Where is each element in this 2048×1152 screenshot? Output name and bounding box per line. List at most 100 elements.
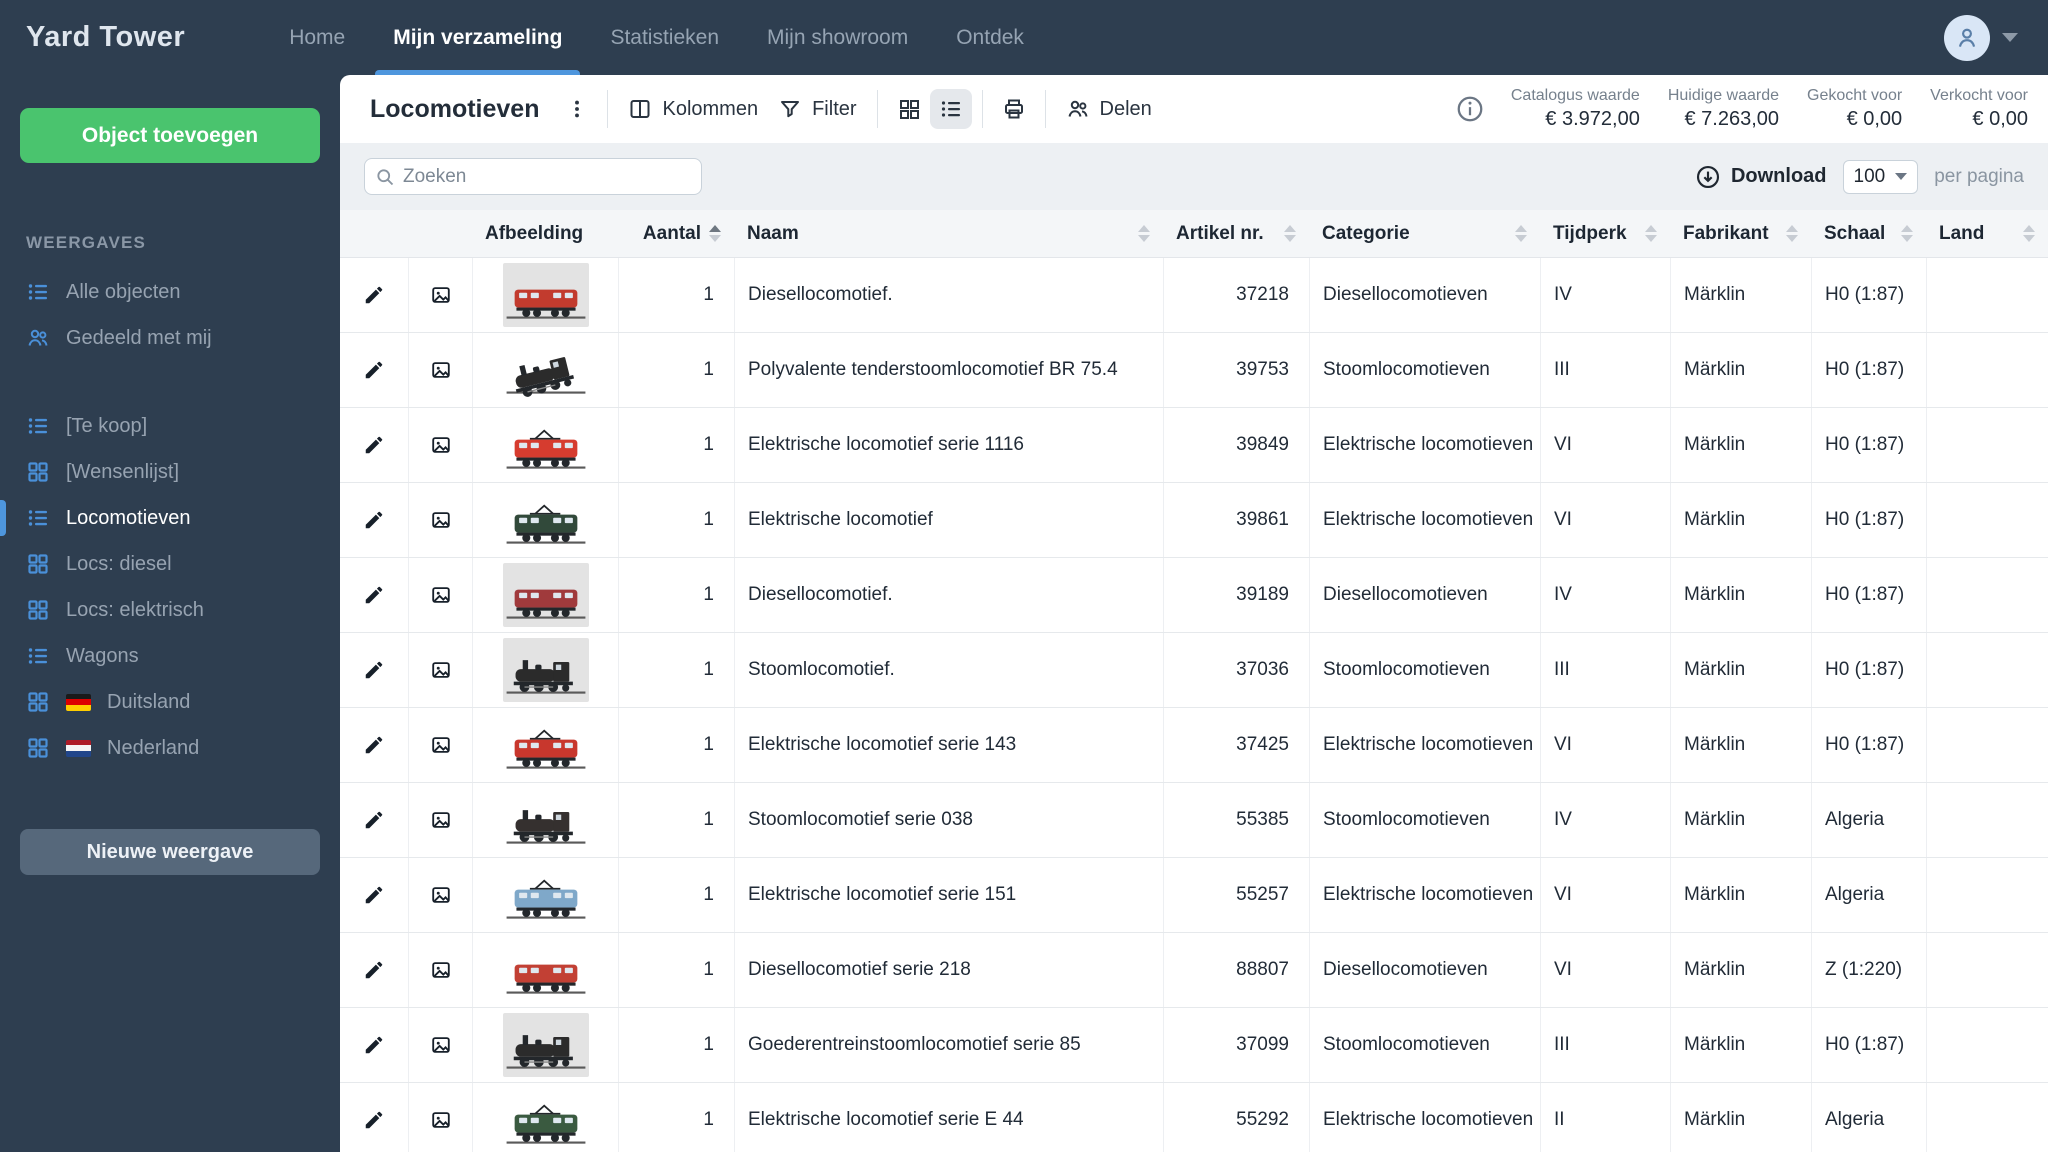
chevron-down-icon[interactable]: [2002, 33, 2018, 42]
edit-button[interactable]: [357, 578, 391, 612]
object-thumbnail[interactable]: [502, 1088, 589, 1152]
grid-view-button[interactable]: [888, 89, 930, 129]
object-thumbnail[interactable]: [502, 488, 589, 552]
header-cell-aantal[interactable]: Aantal: [618, 210, 734, 257]
edit-button[interactable]: [357, 428, 391, 462]
sidebar-item-locomotieven[interactable]: Locomotieven: [0, 495, 340, 541]
table-row[interactable]: 1 Diesellocomotief serie 218 88807 Diesello…: [340, 933, 2048, 1008]
sidebar-item-locs-elektrisch[interactable]: Locs: elektrisch: [0, 587, 340, 633]
search-input[interactable]: [403, 165, 691, 188]
edit-button[interactable]: [357, 1028, 391, 1062]
sidebar-item-wagons[interactable]: Wagons: [0, 633, 340, 679]
object-thumbnail[interactable]: [502, 713, 589, 777]
table-row[interactable]: 1 Polyvalente tenderstoomlocomotief BR 75…: [340, 333, 2048, 408]
header-cell-schaal[interactable]: Schaal: [1811, 210, 1926, 257]
header-cell-artikel-nr-[interactable]: Artikel nr.: [1163, 210, 1309, 257]
cell-naam: Diesellocomotief.: [734, 258, 1163, 332]
object-thumbnail[interactable]: [502, 638, 589, 702]
images-button[interactable]: [424, 803, 458, 837]
table-row[interactable]: 1 Elektrische locomotief serie 1116 39849 E…: [340, 408, 2048, 483]
edit-button[interactable]: [357, 1103, 391, 1137]
table-row[interactable]: 1 Elektrische locomotief serie 143 37425 El…: [340, 708, 2048, 783]
edit-button[interactable]: [357, 503, 391, 537]
edit-button[interactable]: [357, 803, 391, 837]
sidebar-item-label: [Te koop]: [66, 414, 148, 437]
table-row[interactable]: 1 Goederentreinstoomlocomotief serie 85 37…: [340, 1008, 2048, 1083]
table-row[interactable]: 1 Stoomlocomotief. 37036 Stoomlocomotieven I…: [340, 633, 2048, 708]
object-thumbnail[interactable]: [502, 338, 589, 402]
sidebar: Object toevoegen WEERGAVES Alle objecten…: [0, 75, 340, 1152]
search-box: [364, 158, 702, 195]
cell-land: [1926, 258, 2048, 332]
avatar[interactable]: [1944, 14, 1990, 61]
header-cell-fabrikant[interactable]: Fabrikant: [1670, 210, 1811, 257]
table-row[interactable]: 1 Stoomlocomotief serie 038 55385 Stoomloco…: [340, 783, 2048, 858]
images-button[interactable]: [424, 578, 458, 612]
object-thumbnail[interactable]: [502, 413, 589, 477]
nav-tab-statistieken[interactable]: Statistieken: [586, 0, 743, 75]
header-cell-land[interactable]: Land: [1926, 210, 2048, 257]
app: Yard Tower Home Mijn verzameling Statistie…: [0, 0, 2048, 1152]
sidebar-item-gedeeld-met-mij[interactable]: Gedeeld met mij: [0, 315, 340, 361]
table-row[interactable]: 1 Diesellocomotief. 37218 Diesellocomotieve…: [340, 258, 2048, 333]
print-button[interactable]: [993, 89, 1035, 129]
object-thumbnail[interactable]: [502, 863, 589, 927]
images-button[interactable]: [424, 953, 458, 987]
sort-arrows-icon: [1901, 225, 1913, 242]
new-view-button[interactable]: Nieuwe weergave: [20, 829, 320, 875]
object-thumbnail[interactable]: [502, 263, 589, 327]
header-cell-tijdperk[interactable]: Tijdperk: [1540, 210, 1670, 257]
images-button[interactable]: [424, 1028, 458, 1062]
filter-button[interactable]: Filter: [768, 89, 866, 129]
sidebar-item-label: Alle objecten: [66, 280, 181, 303]
images-button[interactable]: [424, 278, 458, 312]
more-options-button[interactable]: [557, 90, 597, 128]
sidebar-item--wensenlijst-[interactable]: [Wensenlijst]: [0, 449, 340, 495]
edit-button[interactable]: [357, 353, 391, 387]
header-cell-naam[interactable]: Naam: [734, 210, 1163, 257]
images-button[interactable]: [424, 353, 458, 387]
people-icon: [26, 326, 50, 350]
sidebar-item-label: Wagons: [66, 644, 139, 667]
images-button[interactable]: [424, 428, 458, 462]
info-button[interactable]: [1455, 94, 1485, 124]
nav-tab-ontdek[interactable]: Ontdek: [932, 0, 1048, 75]
edit-button[interactable]: [357, 953, 391, 987]
table-row[interactable]: 1 Elektrische locomotief serie 151 55257 El…: [340, 858, 2048, 933]
object-thumbnail[interactable]: [502, 563, 589, 627]
download-button[interactable]: Download: [1695, 164, 1827, 190]
object-thumbnail[interactable]: [502, 1013, 589, 1077]
table-row[interactable]: 1 Elektrische locomotief 39861 Elektrische …: [340, 483, 2048, 558]
edit-button[interactable]: [357, 653, 391, 687]
header-cell-categorie[interactable]: Categorie: [1309, 210, 1540, 257]
sidebar-item-locs-diesel[interactable]: Locs: diesel: [0, 541, 340, 587]
nav-tab-home[interactable]: Home: [265, 0, 369, 75]
images-button[interactable]: [424, 728, 458, 762]
cell-fabrikant: Märklin: [1670, 783, 1811, 857]
sidebar-item--te-koop-[interactable]: [Te koop]: [0, 403, 340, 449]
edit-button[interactable]: [357, 728, 391, 762]
sidebar-item-duitsland[interactable]: Duitsland: [0, 679, 340, 725]
sidebar-item-alle-objecten[interactable]: Alle objecten: [0, 269, 340, 315]
columns-button[interactable]: Kolommen: [618, 89, 768, 129]
table-row[interactable]: 1 Elektrische locomotief serie E 44 55292 E…: [340, 1083, 2048, 1152]
add-object-button[interactable]: Object toevoegen: [20, 108, 320, 163]
object-thumbnail[interactable]: [502, 788, 589, 852]
stat-label: Catalogus waarde: [1510, 87, 1640, 104]
share-button[interactable]: Delen: [1056, 89, 1162, 129]
cell-schaal: H0 (1:87): [1811, 333, 1926, 407]
images-button[interactable]: [424, 878, 458, 912]
sidebar-item-nederland[interactable]: Nederland: [0, 725, 340, 771]
table-row[interactable]: 1 Diesellocomotief. 39189 Diesellocomotieve…: [340, 558, 2048, 633]
images-button[interactable]: [424, 503, 458, 537]
object-thumbnail[interactable]: [502, 938, 589, 1002]
edit-button[interactable]: [357, 278, 391, 312]
page-size-select[interactable]: 100: [1842, 159, 1919, 194]
nav-tab-mijn-verzameling[interactable]: Mijn verzameling: [369, 0, 586, 75]
edit-button[interactable]: [357, 878, 391, 912]
list-view-button[interactable]: [929, 89, 972, 129]
cell-aantal: 1: [618, 558, 734, 632]
images-button[interactable]: [424, 1103, 458, 1137]
images-button[interactable]: [424, 653, 458, 687]
nav-tab-mijn-showroom[interactable]: Mijn showroom: [743, 0, 932, 75]
